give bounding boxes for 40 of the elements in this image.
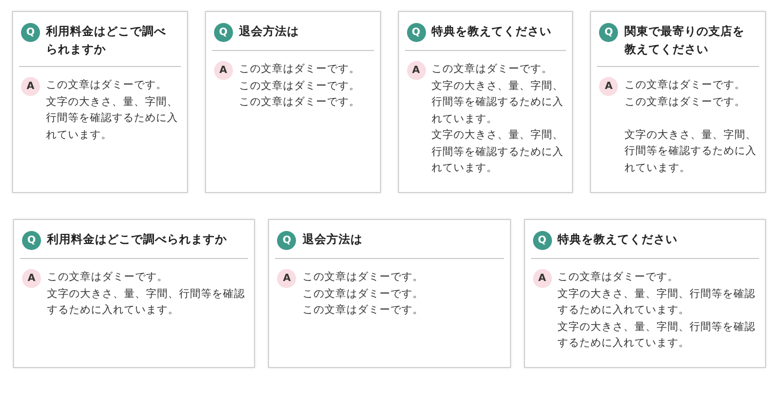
answer-text: この文章はダミーです。 <box>302 270 424 285</box>
answer-text: この文章はダミーです。 <box>624 94 746 110</box>
question-text: 退会方法は <box>302 231 362 248</box>
question-text: 関東で最寄りの支店を教えてください <box>624 23 746 58</box>
question-badge: Q <box>214 23 233 42</box>
answer-text: 文字の大きさ、量、字間、行間等を確認するために入れています。 <box>47 286 246 318</box>
answer-text: この文章はダミーです。 <box>46 78 168 93</box>
answer-badge: A <box>21 77 40 96</box>
question-text: 特典を教えてください <box>432 23 552 40</box>
question-text: 退会方法は <box>238 23 299 40</box>
answer-text: 文字の大きさ、量、字間、行間等を確認するために入れています。 <box>432 128 564 176</box>
answer-badge: A <box>532 269 552 288</box>
answer-text: この文章はダミーです。 <box>302 303 424 318</box>
answer-text: 文字の大きさ、量、字間、行間等を確認するために入れています。 <box>432 78 564 126</box>
question-badge: Q <box>532 231 552 250</box>
question-badge: Q <box>599 23 618 42</box>
answer-text: 文字の大きさ、量、字間、行間等を確認するために入れています。 <box>558 286 757 318</box>
answer-badge: A <box>277 269 296 288</box>
question-badge: Q <box>21 23 40 42</box>
answer-text: 文字の大きさ、量、字間、行間等を確認するために入れています。 <box>46 94 179 142</box>
answer-badge: A <box>22 269 41 288</box>
answer-text: 文字の大きさ、量、字間、行間等を確認するために入れています。 <box>624 128 757 176</box>
answer-text: この文章はダミーです。 <box>558 270 680 285</box>
answer-text: 文字の大きさ、量、字間、行間等を確認するために入れています。 <box>558 320 757 351</box>
question-text: 利用料金はどこで調べられますか <box>46 23 167 58</box>
question-text: 特典を教えてください <box>558 231 678 248</box>
question-badge: Q <box>406 23 426 42</box>
answer-badge: A <box>599 77 618 96</box>
answer-badge: A <box>214 61 233 80</box>
question-badge: Q <box>277 231 296 250</box>
answer-text: この文章はダミーです。 <box>238 95 360 110</box>
answer-text: この文章はダミーです。 <box>238 62 360 77</box>
answer-text: この文章はダミーです。 <box>432 62 554 77</box>
question-text: 利用料金はどこで調べられますか <box>47 231 227 248</box>
answer-text: この文章はダミーです。 <box>302 286 424 302</box>
question-badge: Q <box>22 231 41 250</box>
answer-text: この文章はダミーです。 <box>624 78 746 93</box>
answer-badge: A <box>406 61 426 80</box>
answer-text: この文章はダミーです。 <box>238 78 360 94</box>
answer-text: この文章はダミーです。 <box>47 270 169 285</box>
